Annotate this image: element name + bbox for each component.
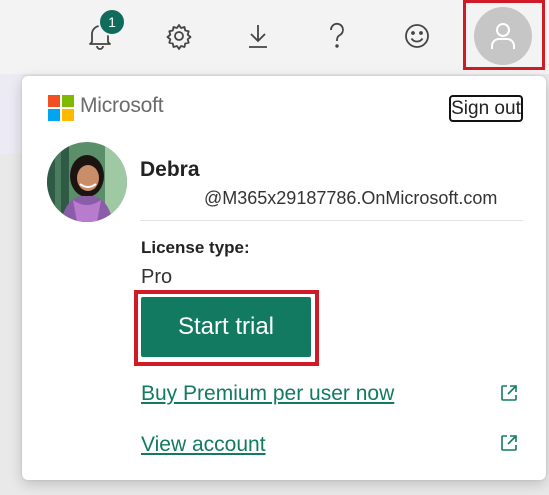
license-type-value: Pro — [141, 266, 173, 288]
smiley-icon — [405, 24, 429, 48]
top-bar: 1 — [0, 0, 549, 74]
user-name: Debra — [140, 158, 200, 181]
download-button[interactable] — [234, 8, 282, 64]
feedback-button[interactable] — [393, 8, 441, 64]
sign-out-button[interactable]: Sign out — [449, 95, 523, 122]
settings-button[interactable] — [155, 8, 203, 64]
view-account-link[interactable]: View account — [141, 433, 266, 457]
person-icon — [491, 23, 515, 49]
gear-icon — [166, 24, 192, 50]
notification-count-badge: 1 — [98, 8, 126, 36]
help-button[interactable] — [313, 8, 361, 64]
question-mark-icon — [330, 22, 344, 48]
divider — [140, 220, 523, 221]
user-email: @M365x29187786.OnMicrosoft.com — [204, 188, 498, 208]
brand-name: Microsoft — [80, 94, 164, 117]
background-content — [0, 74, 22, 154]
notifications-button[interactable]: 1 — [76, 8, 126, 64]
user-avatar — [47, 142, 127, 222]
external-link-icon[interactable] — [499, 433, 519, 453]
license-type-label: License type: — [141, 238, 250, 257]
account-manager-button[interactable] — [474, 7, 532, 65]
external-link-icon[interactable] — [499, 383, 519, 403]
account-manager-panel: Microsoft Sign out Debra @M365x29187786.… — [22, 76, 546, 480]
buy-premium-link[interactable]: Buy Premium per user now — [141, 382, 394, 406]
start-trial-button[interactable]: Start trial — [141, 297, 311, 357]
download-icon — [249, 25, 267, 48]
microsoft-logo-icon — [48, 95, 74, 121]
